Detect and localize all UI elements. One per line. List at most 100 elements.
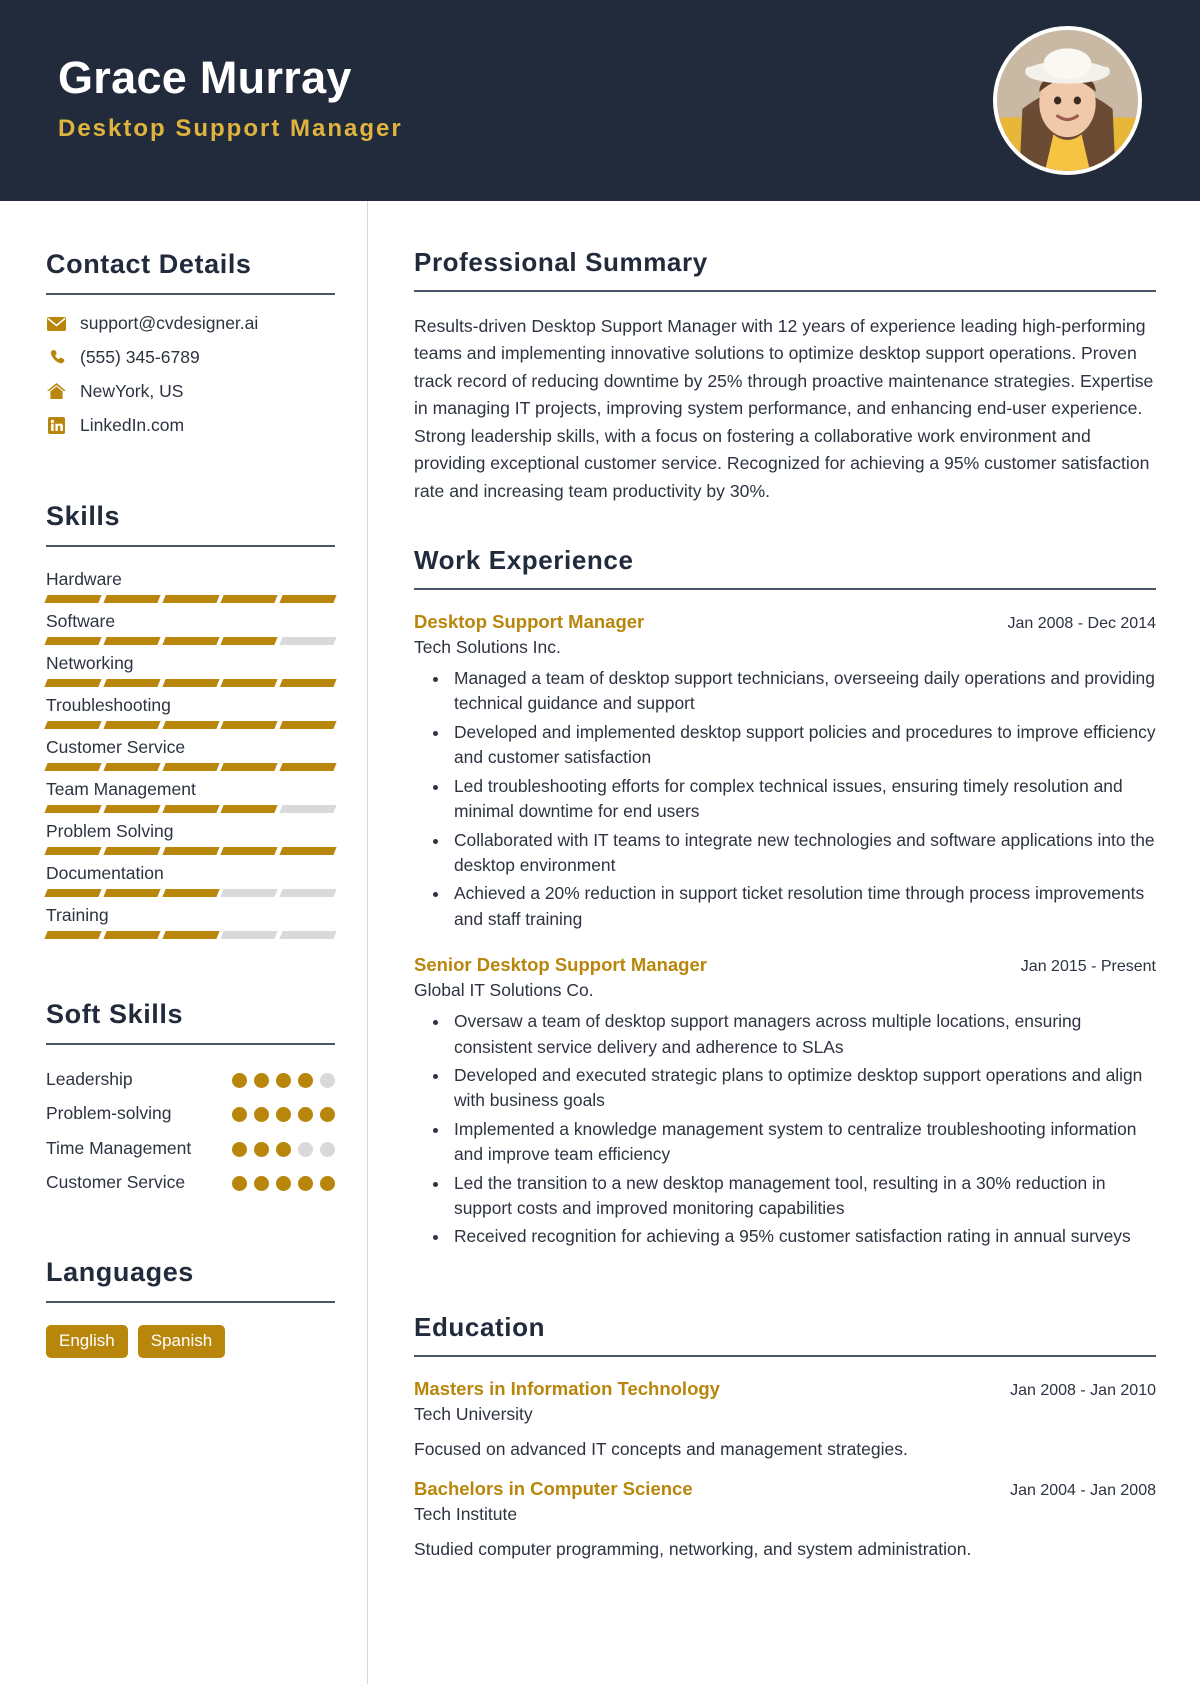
skill-label: Troubleshooting	[46, 695, 171, 715]
skill-bar-segment	[44, 931, 102, 939]
contact-item-linkedin[interactable]: LinkedIn.com	[46, 415, 335, 436]
education-date: Jan 2004 - Jan 2008	[1010, 1482, 1156, 1500]
work-entry: Senior Desktop Support Manager Jan 2015 -…	[414, 954, 1156, 1250]
work-entry-list: Desktop Support Manager Jan 2008 - Dec 20…	[414, 611, 1156, 1250]
skill-level-bar	[44, 847, 337, 855]
rating-dot	[232, 1073, 247, 1088]
bullet-item: Collaborated with IT teams to integrate …	[450, 828, 1156, 879]
skill-level-bar	[44, 679, 337, 687]
skill-item: Hardware	[44, 569, 337, 603]
rating-dot	[298, 1176, 313, 1192]
skill-level-bar	[44, 763, 337, 771]
skill-level-bar	[44, 637, 337, 645]
soft-skill-label: Time Management	[46, 1137, 192, 1158]
divider	[414, 1354, 1156, 1357]
skill-label: Hardware	[46, 569, 122, 589]
section-contact-details: Contact Details support@cvdesigner.ai (5…	[46, 249, 335, 436]
rating-dot	[254, 1107, 269, 1123]
skills-list: Hardware Software Networking Troubleshootin…	[44, 569, 337, 939]
divider	[46, 545, 335, 547]
skill-item: Customer Service	[44, 737, 337, 771]
skill-bar-segment	[44, 805, 102, 813]
rating-dot	[276, 1073, 291, 1088]
page-title: Grace Murray	[58, 52, 352, 104]
skill-bar-segment	[279, 721, 337, 729]
education-degree: Masters in Information Technology	[414, 1377, 720, 1399]
rating-dot	[276, 1176, 291, 1192]
divider	[46, 1043, 335, 1045]
contact-item-phone[interactable]: (555) 345-6789	[46, 347, 335, 368]
bullet-item: Received recognition for achieving a 95%…	[450, 1224, 1156, 1249]
education-description: Focused on advanced IT concepts and mana…	[414, 1438, 908, 1459]
skill-bar-segment	[103, 637, 161, 645]
work-entry-company: Tech Solutions Inc.	[414, 637, 561, 658]
skill-bar-segment	[103, 763, 161, 771]
contact-item-location[interactable]: NewYork, US	[46, 381, 335, 402]
skill-bar-segment	[220, 763, 278, 771]
soft-skill-row: Problem-solving	[46, 1101, 335, 1126]
soft-skill-rating	[232, 1136, 335, 1157]
soft-skill-label: Customer Service	[46, 1172, 186, 1193]
rating-dot	[320, 1176, 335, 1192]
rating-dot	[276, 1141, 291, 1157]
work-entry-bullets: Managed a team of desktop support techni…	[414, 666, 1156, 932]
bullet-item: Managed a team of desktop support techni…	[450, 666, 1156, 717]
skill-bar-segment	[44, 889, 102, 897]
divider	[414, 588, 1156, 591]
contact-item-email[interactable]: support@cvdesigner.ai	[46, 313, 335, 334]
contact-list: support@cvdesigner.ai (555) 345-6789 New…	[46, 313, 335, 436]
soft-skill-label: Problem-solving	[46, 1103, 172, 1124]
summary-text: Results-driven Desktop Support Manager w…	[414, 316, 1154, 501]
work-entry-title: Senior Desktop Support Manager	[414, 954, 707, 976]
contact-value: NewYork, US	[80, 381, 184, 401]
skill-level-bar	[44, 721, 337, 729]
skill-item: Software	[44, 611, 337, 645]
soft-skill-row: Time Management	[46, 1136, 335, 1161]
skill-bar-segment	[103, 595, 161, 603]
work-entry-date: Jan 2015 - Present	[1020, 958, 1156, 976]
skill-item: Networking	[44, 653, 337, 687]
bullet-item: Developed and executed strategic plans t…	[450, 1063, 1156, 1114]
skill-bar-segment	[161, 889, 220, 897]
skill-bar-segment	[220, 679, 278, 687]
soft-skills-heading: Soft Skills	[46, 999, 184, 1029]
skill-level-bar	[44, 595, 337, 603]
avatar	[993, 26, 1142, 175]
header-text-block: Grace Murray Desktop Support Manager	[58, 52, 403, 149]
skill-bar-segment	[279, 679, 337, 687]
skill-bar-segment	[161, 805, 220, 813]
work-entry-header: Senior Desktop Support Manager Jan 2015 -…	[414, 954, 1156, 976]
skill-bar-segment	[279, 931, 337, 939]
language-chip[interactable]: English	[46, 1324, 128, 1358]
language-chip[interactable]: Spanish	[137, 1324, 226, 1358]
rating-dot	[298, 1107, 313, 1123]
skill-bar-segment	[220, 805, 278, 813]
skills-heading: Skills	[46, 501, 121, 531]
skill-bar-segment	[103, 847, 161, 855]
education-entry: Masters in Information Technology Jan 200…	[414, 1378, 1156, 1462]
work-entry-date: Jan 2008 - Dec 2014	[1007, 615, 1156, 633]
rating-dot	[320, 1107, 335, 1123]
skill-bar-segment	[220, 637, 278, 645]
skill-bar-segment	[44, 679, 102, 687]
work-entry-bullets: Oversaw a team of desktop support manage…	[414, 1009, 1156, 1250]
skill-bar-segment	[103, 805, 161, 813]
skill-bar-segment	[279, 889, 337, 897]
skill-label: Networking	[46, 653, 134, 673]
section-education: Education Masters in Information Technol…	[414, 1312, 1156, 1563]
soft-skill-rating	[232, 1067, 335, 1088]
skill-bar-segment	[161, 595, 220, 603]
skill-label: Customer Service	[46, 737, 186, 757]
section-professional-summary: Professional Summary Results-driven Desk…	[414, 247, 1156, 505]
skill-bar-segment	[44, 637, 102, 645]
skill-bar-segment	[161, 763, 220, 771]
skill-bar-segment	[279, 763, 337, 771]
contact-value: support@cvdesigner.ai	[80, 313, 259, 333]
rating-dot	[232, 1141, 247, 1157]
skill-item: Team Management	[44, 779, 337, 813]
skill-bar-segment	[44, 595, 102, 603]
